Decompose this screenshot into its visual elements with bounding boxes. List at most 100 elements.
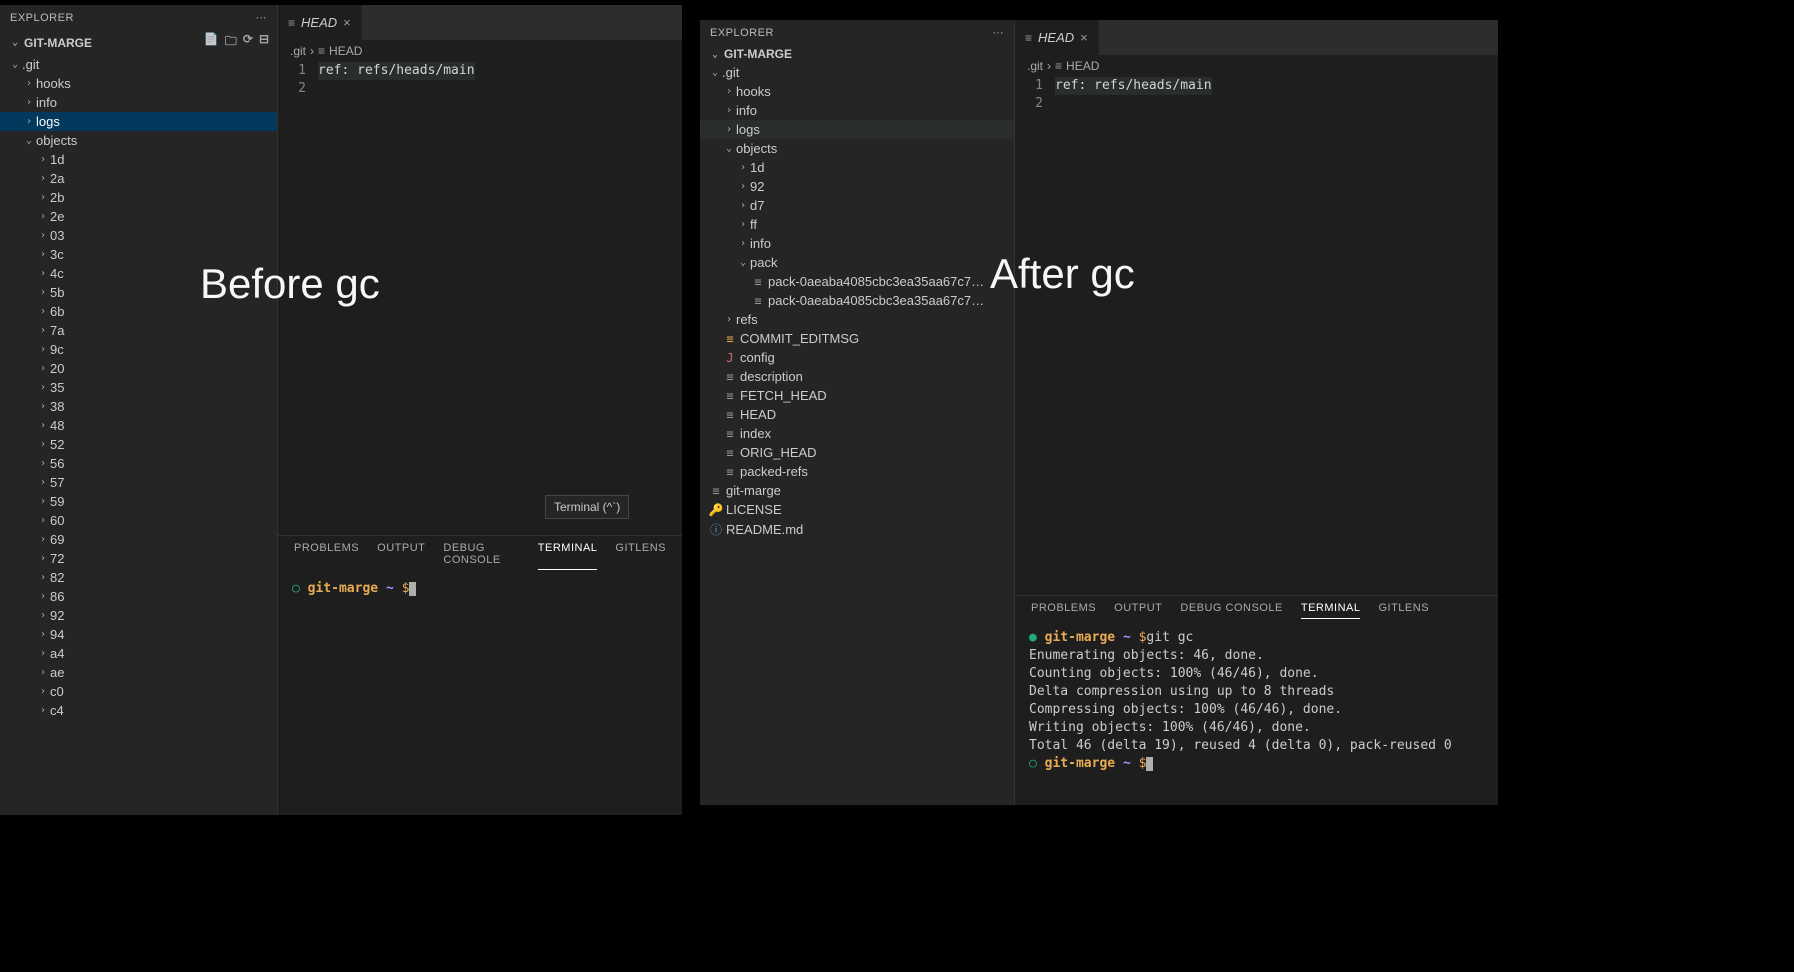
folder-item[interactable]: ›1d xyxy=(700,158,1014,177)
folder-item[interactable]: ›86 xyxy=(0,587,277,606)
file-item[interactable]: ≡description xyxy=(700,367,1014,386)
file-item[interactable]: ≡packed-refs xyxy=(700,462,1014,481)
folder-item[interactable]: ›ae xyxy=(0,663,277,682)
folder-item[interactable]: ›6b xyxy=(0,302,277,321)
folder-item[interactable]: ›2a xyxy=(0,169,277,188)
folder-item[interactable]: ⌄.git xyxy=(0,55,277,74)
editor-line[interactable]: ref: refs/heads/main xyxy=(1055,77,1212,95)
folder-item[interactable]: ›info xyxy=(0,93,277,112)
folder-item[interactable]: ›info xyxy=(700,101,1014,120)
panel-tab-debug-console[interactable]: DEBUG CONSOLE xyxy=(1180,602,1282,619)
panel-tab-problems[interactable]: PROBLEMS xyxy=(1031,602,1096,619)
folder-item[interactable]: ›c4 xyxy=(0,701,277,720)
folder-item[interactable]: ›5b xyxy=(0,283,277,302)
folder-item[interactable]: ›logs xyxy=(0,112,277,131)
panel-tab-gitlens[interactable]: GITLENS xyxy=(1378,602,1429,619)
editor-lines[interactable]: ref: refs/heads/main xyxy=(318,62,475,535)
editor-body[interactable]: 12 ref: refs/heads/main xyxy=(278,62,682,535)
file-item[interactable]: ≡index xyxy=(700,424,1014,443)
folder-item[interactable]: ›d7 xyxy=(700,196,1014,215)
folder-item[interactable]: ›logs xyxy=(700,120,1014,139)
folder-item[interactable]: ›69 xyxy=(0,530,277,549)
close-icon[interactable]: × xyxy=(343,15,351,30)
folder-item[interactable]: ›35 xyxy=(0,378,277,397)
editor-body[interactable]: 12 ref: refs/heads/main xyxy=(1015,77,1498,595)
folder-item[interactable]: ›92 xyxy=(700,177,1014,196)
file-item[interactable]: 🔑LICENSE xyxy=(700,500,1014,519)
file-tree[interactable]: ⌄.git›hooks›info›logs⌄objects›1d›2a›2b›2… xyxy=(0,55,277,815)
breadcrumb-dir[interactable]: .git xyxy=(290,44,306,58)
file-item[interactable]: ⓘREADME.md xyxy=(700,519,1014,540)
terminal[interactable]: ○ git-marge ~ $ xyxy=(278,570,682,608)
folder-item[interactable]: ›hooks xyxy=(700,82,1014,101)
folder-item[interactable]: ›03 xyxy=(0,226,277,245)
folder-item[interactable]: ›2e xyxy=(0,207,277,226)
panel-tab-gitlens[interactable]: GITLENS xyxy=(615,542,666,570)
folder-item[interactable]: ›4c xyxy=(0,264,277,283)
folder-item[interactable]: ⌄objects xyxy=(700,139,1014,158)
folder-item[interactable]: ›38 xyxy=(0,397,277,416)
folder-item[interactable]: ›92 xyxy=(0,606,277,625)
refresh-icon[interactable]: ⟳ xyxy=(243,32,253,53)
file-item[interactable]: ≡pack-0aeaba4085cbc3ea35aa67c7… xyxy=(700,272,1014,291)
editor-line[interactable]: ref: refs/heads/main xyxy=(318,62,475,80)
file-item[interactable]: ≡HEAD xyxy=(700,405,1014,424)
new-folder-icon[interactable]: 🗀 xyxy=(225,32,237,53)
folder-item[interactable]: ⌄objects xyxy=(0,131,277,150)
folder-item[interactable]: ›20 xyxy=(0,359,277,378)
breadcrumb-dir[interactable]: .git xyxy=(1027,59,1043,73)
editor-line[interactable] xyxy=(318,80,475,98)
file-item[interactable]: ≡git-marge xyxy=(700,481,1014,500)
editor-tab[interactable]: ≡ HEAD × xyxy=(278,5,362,40)
folder-item[interactable]: ›57 xyxy=(0,473,277,492)
new-file-icon[interactable]: 📄 xyxy=(204,32,219,53)
folder-item[interactable]: ›a4 xyxy=(0,644,277,663)
file-item[interactable]: ≡pack-0aeaba4085cbc3ea35aa67c7… xyxy=(700,291,1014,310)
folder-item[interactable]: ›60 xyxy=(0,511,277,530)
breadcrumb-file[interactable]: HEAD xyxy=(329,44,362,58)
folder-item[interactable]: ⌄pack xyxy=(700,253,1014,272)
file-tree[interactable]: ⌄.git›hooks›info›logs⌄objects›1d›92›d7›f… xyxy=(700,63,1014,805)
folder-item[interactable]: ›info xyxy=(700,234,1014,253)
file-item[interactable]: ≡ORIG_HEAD xyxy=(700,443,1014,462)
collapse-icon[interactable]: ⊟ xyxy=(259,32,269,53)
project-row[interactable]: ⌄ GIT-MARGE 📄 🗀 ⟳ ⊟ xyxy=(0,30,277,55)
more-icon[interactable]: ⋯ xyxy=(993,26,1005,39)
folder-item[interactable]: ›56 xyxy=(0,454,277,473)
breadcrumb[interactable]: .git › ≡ HEAD xyxy=(1015,55,1498,77)
folder-item[interactable]: ›hooks xyxy=(0,74,277,93)
folder-item[interactable]: ›48 xyxy=(0,416,277,435)
folder-item[interactable]: ›3c xyxy=(0,245,277,264)
panel-tab-output[interactable]: OUTPUT xyxy=(1114,602,1162,619)
folder-item[interactable]: ›ff xyxy=(700,215,1014,234)
editor-lines[interactable]: ref: refs/heads/main xyxy=(1055,77,1212,595)
editor-tab[interactable]: ≡ HEAD × xyxy=(1015,20,1099,55)
folder-item[interactable]: ›2b xyxy=(0,188,277,207)
more-icon[interactable]: ⋯ xyxy=(256,11,268,24)
folder-item[interactable]: ›9c xyxy=(0,340,277,359)
panel-tab-terminal[interactable]: TERMINAL xyxy=(538,542,598,570)
panel-tab-terminal[interactable]: TERMINAL xyxy=(1301,602,1361,619)
folder-item[interactable]: ›52 xyxy=(0,435,277,454)
close-icon[interactable]: × xyxy=(1080,30,1088,45)
breadcrumb-file[interactable]: HEAD xyxy=(1066,59,1099,73)
terminal[interactable]: ● git-marge ~ $git gcEnumerating objects… xyxy=(1015,619,1498,783)
file-item[interactable]: Jconfig xyxy=(700,348,1014,367)
panel-tab-problems[interactable]: PROBLEMS xyxy=(294,542,359,570)
folder-item[interactable]: ›94 xyxy=(0,625,277,644)
folder-item[interactable]: ›7a xyxy=(0,321,277,340)
folder-item[interactable]: ›59 xyxy=(0,492,277,511)
folder-item[interactable]: ›1d xyxy=(0,150,277,169)
file-item[interactable]: ≡COMMIT_EDITMSG xyxy=(700,329,1014,348)
folder-item[interactable]: ›refs xyxy=(700,310,1014,329)
panel-tab-debug-console[interactable]: DEBUG CONSOLE xyxy=(443,542,519,570)
panel-tab-output[interactable]: OUTPUT xyxy=(377,542,425,570)
file-item[interactable]: ≡FETCH_HEAD xyxy=(700,386,1014,405)
editor-line[interactable] xyxy=(1055,95,1212,113)
project-row[interactable]: ⌄ GIT-MARGE xyxy=(700,45,1014,63)
folder-item[interactable]: ›82 xyxy=(0,568,277,587)
folder-item[interactable]: ›c0 xyxy=(0,682,277,701)
folder-item[interactable]: ›72 xyxy=(0,549,277,568)
folder-item[interactable]: ⌄.git xyxy=(700,63,1014,82)
breadcrumb[interactable]: .git › ≡ HEAD xyxy=(278,40,682,62)
